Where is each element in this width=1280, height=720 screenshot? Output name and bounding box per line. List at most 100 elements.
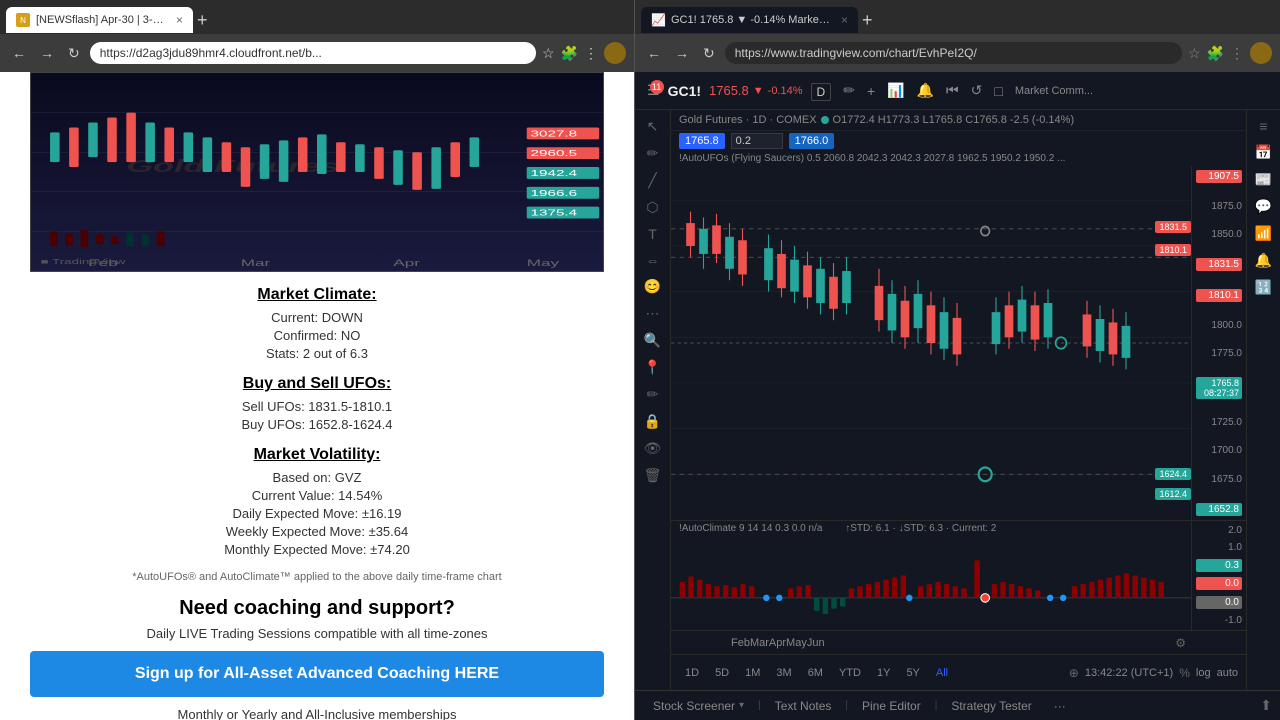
text-notes-tab[interactable]: Text Notes: [765, 695, 842, 717]
right-url-input[interactable]: https://www.tradingview.com/chart/EvhPeI…: [725, 42, 1182, 64]
timeline-feb: Feb: [731, 637, 750, 649]
extension-icon[interactable]: 🧩: [561, 45, 578, 62]
right-forward-button[interactable]: →: [671, 43, 693, 63]
price-1700: 1700.0: [1196, 445, 1242, 456]
main-candlestick-chart[interactable]: 1907.5 1875.0 1850.0 1831.5 1810.1 1800.…: [671, 166, 1246, 520]
more-tabs-button[interactable]: ···: [1044, 695, 1076, 717]
right-new-tab-button[interactable]: +: [862, 10, 873, 31]
right-bookmark-icon[interactable]: ☆: [1188, 45, 1201, 62]
timeline-settings-icon[interactable]: ⚙: [1175, 636, 1186, 650]
cursor-tool[interactable]: ↖: [647, 118, 659, 135]
calculator-icon[interactable]: 🔢: [1255, 279, 1272, 296]
gold-chart-image: Gold Futures: [30, 72, 604, 272]
auto-label[interactable]: auto: [1217, 667, 1238, 679]
stock-screener-tab[interactable]: Stock Screener ▾: [643, 695, 754, 717]
eraser-tool[interactable]: ✏: [647, 386, 659, 403]
zoom-tool[interactable]: 🔍: [644, 332, 661, 349]
pine-editor-label: Pine Editor: [862, 699, 921, 713]
trash-tool[interactable]: 🗑: [644, 467, 662, 484]
tv-timeframe-button[interactable]: D: [807, 81, 836, 101]
tf-all-button[interactable]: All: [930, 665, 954, 681]
compare-icon[interactable]: ⊕: [1069, 666, 1079, 680]
tf-5d-button[interactable]: 5D: [709, 665, 735, 681]
back-button[interactable]: ←: [8, 43, 30, 63]
tv-left-toolbar: ↖ ✏ ╱ ⬡ T ⇔ 😊 ⋯ 🔍 📍 ✏ 🔒 👁 🗑: [635, 110, 671, 690]
price-ohlc-row: O1772.4 H1773.3 L1765.8 C1765.8 -2.5 (-0…: [833, 114, 1075, 126]
tv-market-comm[interactable]: Market Comm...: [1015, 85, 1093, 97]
tv-pen-tool[interactable]: ✏: [839, 80, 859, 101]
tf-3m-button[interactable]: 3M: [770, 665, 797, 681]
sub-price-scale: 2.0 1.0 0.3 0.0 0.0 -1.0: [1191, 521, 1246, 630]
text-tool[interactable]: T: [648, 226, 657, 242]
tab-separator-1: |: [758, 700, 761, 711]
tf-ytd-button[interactable]: YTD: [833, 665, 867, 681]
svg-text:1942.4: 1942.4: [531, 169, 578, 178]
shape-tool[interactable]: ⬡: [646, 199, 658, 216]
bell-icon[interactable]: 🔔: [1255, 252, 1272, 269]
tv-undo-button[interactable]: ↺: [967, 80, 987, 101]
tv-menu-button[interactable]: ☰ 11: [643, 80, 664, 101]
user-avatar[interactable]: [604, 42, 626, 64]
tv-replay-button[interactable]: ⏮: [942, 80, 963, 101]
right-refresh-button[interactable]: ↻: [699, 43, 719, 64]
log-label[interactable]: log: [1196, 667, 1211, 679]
tv-favicon: 📈: [651, 13, 665, 27]
tv-crosshair-tool[interactable]: +: [863, 81, 879, 101]
menu-icon[interactable]: ⋮: [584, 45, 598, 62]
left-content-area: Gold Futures: [0, 72, 634, 720]
emoji-tool[interactable]: 😊: [644, 278, 661, 295]
right-user-avatar[interactable]: [1250, 42, 1272, 64]
sub-price-03: 0.3: [1196, 559, 1242, 572]
pine-editor-tab[interactable]: Pine Editor: [852, 695, 931, 717]
refresh-button[interactable]: ↻: [64, 43, 84, 64]
right-url-text: https://www.tradingview.com/chart/EvhPeI…: [735, 46, 977, 60]
tf-6m-button[interactable]: 6M: [802, 665, 829, 681]
tv-alert-button[interactable]: 🔔: [913, 80, 938, 101]
candle-area: [671, 166, 1191, 520]
right-active-tab[interactable]: 📈 GC1! 1765.8 ▼ -0.14% Market C... ×: [641, 7, 858, 33]
forward-button[interactable]: →: [36, 43, 58, 63]
chat-icon[interactable]: 💬: [1255, 198, 1272, 215]
price-step-input[interactable]: [731, 133, 783, 149]
tf-1y-button[interactable]: 1Y: [871, 665, 896, 681]
tv-indicator-button[interactable]: 📊: [883, 80, 908, 101]
expand-icon[interactable]: ⬆: [1260, 697, 1272, 714]
bookmark-icon[interactable]: ☆: [542, 45, 555, 62]
price-box[interactable]: 1765.8: [679, 133, 725, 149]
magnet-tool[interactable]: 📍: [644, 359, 661, 376]
pattern-tool[interactable]: ⋯: [646, 305, 660, 322]
trend-line-tool[interactable]: ╱: [648, 172, 656, 189]
left-address-bar: ← → ↻ https://d2ag3jdu89hmr4.cloudfront.…: [0, 34, 634, 72]
sub-price-00b: 0.0: [1196, 596, 1242, 609]
measure-tool[interactable]: ⇔: [646, 252, 660, 268]
lock-tool[interactable]: 🔒: [644, 413, 661, 430]
news-icon[interactable]: 📰: [1255, 171, 1272, 188]
buy-ufos: Buy UFOs: 1652.8-1624.4: [30, 417, 604, 432]
right-tab-close[interactable]: ×: [841, 13, 848, 27]
calendar-icon[interactable]: 📅: [1255, 144, 1272, 161]
coaching-monthly: Monthly or Yearly and All-Inclusive memb…: [30, 707, 604, 720]
eye-tool[interactable]: 👁: [644, 440, 662, 457]
tf-1d-button[interactable]: 1D: [679, 665, 705, 681]
chart-svg: Gold Futures: [31, 73, 603, 271]
pencil-tool[interactable]: ✏: [647, 145, 659, 162]
svg-text:Apr: Apr: [393, 258, 420, 268]
right-extension-icon[interactable]: 🧩: [1207, 45, 1224, 62]
wifi-icon[interactable]: 📶: [1255, 225, 1272, 242]
tv-main-area: ↖ ✏ ╱ ⬡ T ⇔ 😊 ⋯ 🔍 📍 ✏ 🔒 👁 🗑 Gold Futures: [635, 110, 1280, 690]
url-input[interactable]: https://d2ag3jdu89hmr4.cloudfront.net/b.…: [90, 42, 536, 64]
strategy-tester-tab[interactable]: Strategy Tester: [941, 695, 1041, 717]
new-tab-button[interactable]: +: [197, 10, 208, 31]
price-limit-box[interactable]: 1766.0: [789, 133, 835, 149]
tf-5y-button[interactable]: 5Y: [900, 665, 925, 681]
right-back-button[interactable]: ←: [643, 43, 665, 63]
right-menu-icon[interactable]: ⋮: [1230, 45, 1244, 62]
tv-lock-button[interactable]: □: [990, 81, 1006, 101]
tf-1m-button[interactable]: 1M: [739, 665, 766, 681]
watchlist-icon[interactable]: ≡: [1259, 118, 1267, 134]
coaching-cta-button[interactable]: Sign up for All-Asset Advanced Coaching …: [30, 651, 604, 697]
tv-toolbar: ☰ 11 GC1! 1765.8 ▼ -0.14% D ✏ + 📊 🔔 ⏮ ↺ …: [635, 72, 1280, 110]
left-active-tab[interactable]: N [NEWSflash] Apr-30 | 3-D Mark... ×: [6, 7, 193, 33]
percent-button[interactable]: %: [1179, 666, 1190, 680]
tab-close-button[interactable]: ×: [176, 13, 183, 27]
